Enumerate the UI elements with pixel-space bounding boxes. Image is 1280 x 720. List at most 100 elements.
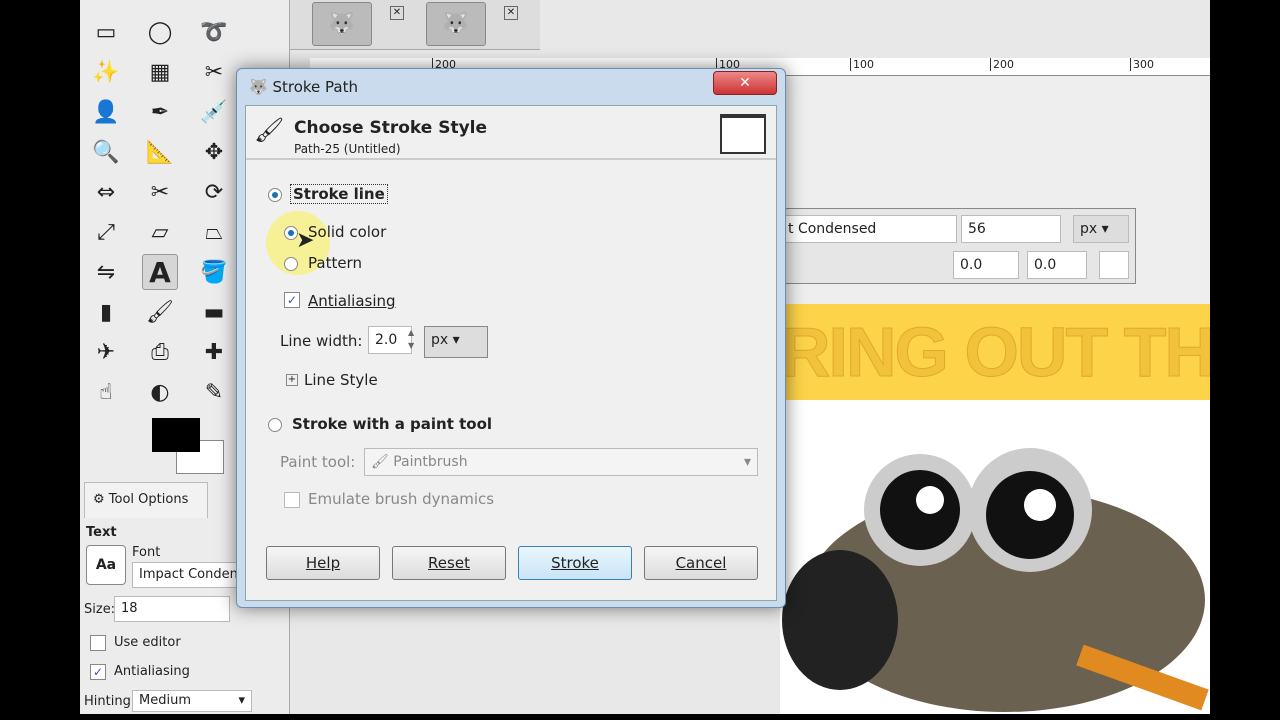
font-input[interactable]: Impact Conden [132, 562, 242, 588]
mouse-cursor-icon: ➤ [296, 228, 315, 253]
solid-color-label[interactable]: Solid color [308, 223, 386, 241]
align-tool[interactable]: ⇔ [88, 174, 124, 210]
hinting-label: Hinting: [84, 694, 136, 709]
move-tool[interactable]: ✥ [196, 134, 232, 170]
dialog-header: 🖌 Choose Stroke Style Path-25 (Untitled) [246, 106, 776, 160]
scissors-tool[interactable]: ✂ [196, 54, 232, 90]
image-tab-1[interactable]: 🐺 [312, 2, 372, 46]
line-width-label: Line width: [280, 332, 363, 350]
select-by-color-tool[interactable]: ▦ [142, 54, 178, 90]
zoom-tool[interactable]: 🔍 [88, 134, 124, 170]
stroke-path-icon: 🖌 [254, 116, 285, 144]
overlay-font-input[interactable]: t Condensed [781, 215, 957, 243]
ruler-tick: 200 [990, 58, 1014, 71]
dialog-heading: Choose Stroke Style [294, 118, 488, 138]
dialog-title: 🐺 Stroke Path [249, 78, 358, 96]
stroke-paint-tool-label[interactable]: Stroke with a paint tool [292, 415, 492, 433]
paint-tool-select[interactable]: 🖌 Paintbrush ▾ [364, 448, 758, 476]
paths-tool[interactable]: ✒ [142, 94, 178, 130]
color-picker-tool[interactable]: 💉 [196, 94, 232, 130]
shear-tool[interactable]: ▱ [142, 214, 178, 250]
emulate-dynamics-label[interactable]: Emulate brush dynamics [308, 490, 494, 508]
antialiasing-checkbox[interactable]: ✓ [284, 292, 300, 308]
paintbrush-tool[interactable]: 🖌 [142, 294, 178, 330]
size-input[interactable]: 18 [114, 596, 230, 622]
smudge-tool[interactable]: ☝ [88, 374, 124, 410]
close-tab-icon[interactable]: ✕ [504, 6, 518, 20]
canvas[interactable]: t Condensed 56 px ▾ 0.0 0.0 RING OUT THE… [780, 76, 1210, 714]
bucket-fill-tool[interactable]: 🪣 [196, 254, 232, 290]
text-section-label: Text [86, 525, 117, 540]
perspective-tool[interactable]: ⏢ [196, 214, 232, 250]
paint-tool-radio[interactable] [268, 418, 282, 432]
wilber-image [782, 402, 1209, 712]
chevron-down-icon: ▾ [238, 693, 245, 708]
pattern-label[interactable]: Pattern [308, 254, 362, 272]
stroke-button[interactable]: Stroke [518, 546, 632, 580]
text-tool[interactable]: A [142, 254, 178, 290]
antialiasing-label[interactable]: Antialiasing [308, 292, 396, 310]
rect-select-tool[interactable]: ▭ [88, 14, 124, 50]
antialiasing-checkbox[interactable]: ✓ [90, 664, 106, 680]
gimp-icon: 🐺 [249, 78, 268, 96]
image-tabs: 🐺 ✕ 🐺 ✕ [290, 0, 540, 50]
eraser-tool[interactable]: ▬ [196, 294, 232, 330]
paintbrush-icon: 🖌 [371, 454, 389, 470]
ink-tool[interactable]: ✎ [196, 374, 232, 410]
crop-tool[interactable]: ✂ [142, 174, 178, 210]
emulate-dynamics-checkbox[interactable] [284, 492, 300, 508]
path-preview [720, 114, 766, 154]
foreground-select-tool[interactable]: 👤 [88, 94, 124, 130]
baseline-input[interactable]: 0.0 [953, 251, 1019, 279]
text-color-button[interactable] [1099, 251, 1129, 279]
close-button[interactable]: ✕ [713, 71, 777, 95]
overlay-unit-select[interactable]: px ▾ [1073, 215, 1129, 243]
blend-tool[interactable]: ▮ [88, 294, 124, 330]
overlay-size-input[interactable]: 56 [961, 215, 1061, 243]
flip-tool[interactable]: ⇋ [88, 254, 124, 290]
reset-button[interactable]: Reset [392, 546, 506, 580]
scale-tool[interactable]: ⤢ [88, 214, 124, 250]
line-width-spinner[interactable]: ▲ ▼ [408, 326, 414, 352]
font-label: Font [132, 545, 161, 560]
use-editor-checkbox[interactable] [90, 635, 106, 651]
use-editor-label: Use editor [114, 635, 181, 650]
pattern-radio[interactable] [284, 257, 298, 271]
line-width-input[interactable]: 2.0 [368, 326, 412, 354]
kerning-input[interactable]: 0.0 [1027, 251, 1087, 279]
text-toolbox-overlay: t Condensed 56 px ▾ 0.0 0.0 [780, 208, 1136, 284]
dodge-burn-tool[interactable]: ◐ [142, 374, 178, 410]
line-width-unit-select[interactable]: px ▾ [424, 326, 488, 358]
measure-tool[interactable]: 📐 [142, 134, 178, 170]
wilber-mascot [780, 400, 1210, 714]
dialog-body: 🖌 Choose Stroke Style Path-25 (Untitled)… [245, 105, 777, 601]
paint-tool-label: Paint tool: [280, 453, 356, 471]
stroke-line-radio[interactable] [268, 188, 282, 202]
airbrush-tool[interactable]: ✈ [88, 334, 124, 370]
ellipse-select-tool[interactable]: ◯ [142, 14, 178, 50]
ruler-tick: 300 [1130, 58, 1154, 71]
cancel-button[interactable]: Cancel [644, 546, 758, 580]
close-tab-icon[interactable]: ✕ [390, 6, 404, 20]
image-tab-2[interactable]: 🐺 [426, 2, 486, 46]
size-label: Size: [84, 602, 116, 617]
free-select-tool[interactable]: ➰ [196, 14, 232, 50]
fuzzy-select-tool[interactable]: ✨ [88, 54, 124, 90]
tool-options-icon: ⚙ [93, 492, 105, 507]
line-style-expander[interactable]: Line Style [304, 371, 378, 389]
hinting-select[interactable]: Medium ▾ [132, 690, 252, 712]
clone-tool[interactable]: ⎙ [142, 334, 178, 370]
text-banner: RING OUT THE C [780, 304, 1210, 400]
ruler-tick: 100 [850, 58, 874, 71]
antialiasing-label: Antialiasing [114, 664, 190, 679]
stroke-path-dialog: 🐺 Stroke Path ✕ 🖌 Choose Stroke Style Pa… [236, 68, 786, 608]
expand-icon[interactable]: + [286, 374, 298, 386]
dialog-subheading: Path-25 (Untitled) [294, 142, 401, 156]
help-button[interactable]: Help [266, 546, 380, 580]
stroke-line-label[interactable]: Stroke line [290, 184, 388, 204]
heal-tool[interactable]: ✚ [196, 334, 232, 370]
rotate-tool[interactable]: ⟳ [196, 174, 232, 210]
font-preview-button[interactable]: Aa [86, 545, 126, 585]
fg-color-swatch[interactable] [152, 418, 200, 452]
tool-options-tab[interactable]: ⚙ Tool Options [84, 482, 208, 518]
